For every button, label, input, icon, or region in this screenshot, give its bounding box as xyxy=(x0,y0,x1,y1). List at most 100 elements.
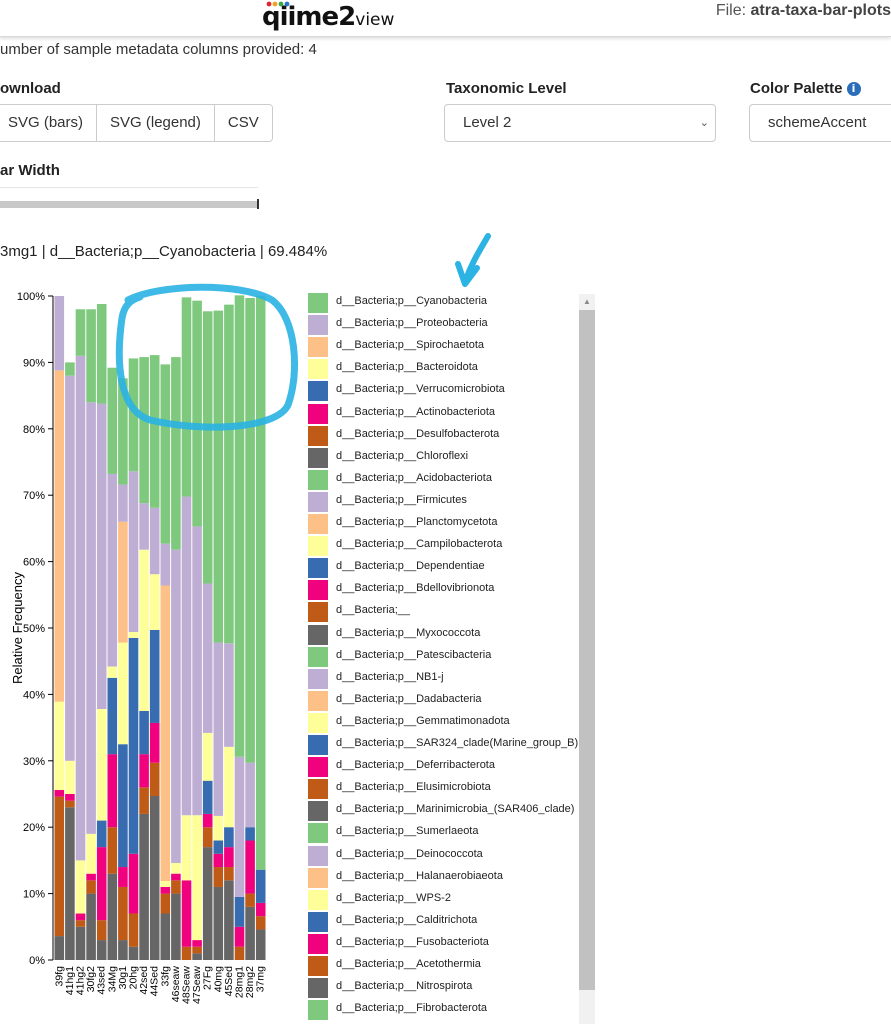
bar-segment[interactable] xyxy=(96,709,107,821)
bar-segment[interactable] xyxy=(224,847,234,868)
bar-segment[interactable] xyxy=(75,355,86,861)
bar-segment[interactable] xyxy=(107,827,118,874)
bar-segment[interactable] xyxy=(118,744,128,868)
bar-segment[interactable] xyxy=(213,642,224,816)
bar-segment[interactable] xyxy=(224,880,234,960)
bar-segment[interactable] xyxy=(54,796,65,937)
bar-segment[interactable] xyxy=(160,543,171,586)
bar-segment[interactable] xyxy=(75,920,86,927)
bar-segment[interactable] xyxy=(202,847,213,960)
bar-segment[interactable] xyxy=(118,886,128,941)
bar-segment[interactable] xyxy=(86,402,96,834)
bar-segment[interactable] xyxy=(96,920,107,941)
slider-handle[interactable] xyxy=(257,199,259,209)
bar-segment[interactable] xyxy=(149,795,160,960)
bar-segment[interactable] xyxy=(171,357,181,550)
bar-segment[interactable] xyxy=(181,946,192,960)
bar-segment[interactable] xyxy=(96,303,107,404)
bar-segment[interactable] xyxy=(139,357,149,504)
bar-segment[interactable] xyxy=(255,916,266,930)
bar-segment[interactable] xyxy=(245,893,255,907)
bar-segment[interactable] xyxy=(224,746,234,828)
bar-segment[interactable] xyxy=(149,355,160,508)
bar-segment[interactable] xyxy=(128,853,139,914)
bar-segment[interactable] xyxy=(224,827,234,848)
bar-segment[interactable] xyxy=(224,867,234,881)
bar-segment[interactable] xyxy=(202,311,213,584)
bar-segment[interactable] xyxy=(86,309,96,403)
bar-segment[interactable] xyxy=(96,847,107,921)
bar-segment[interactable] xyxy=(224,304,234,644)
color-palette-select[interactable]: schemeAccent xyxy=(749,104,891,142)
bar-segment[interactable] xyxy=(139,711,149,755)
bar-segment[interactable] xyxy=(54,936,65,960)
bar-segment[interactable] xyxy=(118,867,128,887)
bar-segment[interactable] xyxy=(118,484,128,522)
bar-segment[interactable] xyxy=(107,677,118,755)
bar-segment[interactable] xyxy=(96,820,107,848)
bar-segment[interactable] xyxy=(96,940,107,960)
legend-item[interactable]: d__Bacteria;p__Actinobacteriota xyxy=(305,403,580,425)
legend-item[interactable]: d__Bacteria;p__Proteobacteria xyxy=(305,314,580,336)
bar-segment[interactable] xyxy=(202,780,213,814)
bar-segment[interactable] xyxy=(86,833,96,874)
legend-item[interactable]: d__Bacteria;p__Acetothermia xyxy=(305,955,580,977)
legend-item[interactable]: d__Bacteria;p__Gemmatimonadota xyxy=(305,712,580,734)
bar-segment[interactable] xyxy=(86,873,96,881)
bar-segment[interactable] xyxy=(54,790,65,797)
bar-segment[interactable] xyxy=(192,815,202,941)
bar-segment[interactable] xyxy=(65,760,75,794)
legend-item[interactable]: d__Bacteria;p__Bacteroidota xyxy=(305,358,580,380)
bar-segment[interactable] xyxy=(86,880,96,894)
legend-item[interactable]: d__Bacteria;p__Sumerlaeota xyxy=(305,822,580,844)
taxonomic-level-select[interactable]: Level 2 ⌄ xyxy=(444,104,716,142)
bar-segment[interactable] xyxy=(149,762,160,796)
bar-segment[interactable] xyxy=(171,873,181,881)
bar-segment[interactable] xyxy=(192,953,202,960)
bar-segment[interactable] xyxy=(75,309,86,356)
bar-segment[interactable] xyxy=(128,637,139,854)
bar-segment[interactable] xyxy=(160,893,171,914)
bar-segment[interactable] xyxy=(234,295,245,757)
legend-item[interactable]: d__Bacteria;p__Marinimicrobia_(SAR406_cl… xyxy=(305,800,580,822)
legend-item[interactable]: d__Bacteria;p__Myxococcota xyxy=(305,624,580,646)
info-icon[interactable]: i xyxy=(846,82,861,96)
bar-segment[interactable] xyxy=(139,549,149,711)
bar-segment[interactable] xyxy=(139,813,149,960)
bar-segment[interactable] xyxy=(86,893,96,960)
bar-segment[interactable] xyxy=(107,873,118,960)
legend-item[interactable]: d__Bacteria;p__Campilobacterota xyxy=(305,535,580,557)
legend-item[interactable]: d__Bacteria;__ xyxy=(305,601,580,623)
legend-item[interactable]: d__Bacteria;p__Acidobacteriota xyxy=(305,469,580,491)
bar-segment[interactable] xyxy=(118,940,128,960)
legend-item[interactable]: d__Bacteria;p__Fibrobacterota xyxy=(305,999,580,1021)
bar-segment[interactable] xyxy=(107,473,118,667)
bar-segment[interactable] xyxy=(213,886,224,960)
bar-segment[interactable] xyxy=(234,946,245,960)
bar-segment[interactable] xyxy=(213,815,224,841)
bar-segment[interactable] xyxy=(202,827,213,848)
bar-segment[interactable] xyxy=(54,370,65,702)
legend-item[interactable]: d__Bacteria;p__Deferribacterota xyxy=(305,756,580,778)
bar-segment[interactable] xyxy=(75,926,86,960)
legend-item[interactable]: d__Bacteria;p__Nitrospirota xyxy=(305,977,580,999)
legend-item[interactable]: d__Bacteria;p__Bdellovibrionota xyxy=(305,579,580,601)
bar-segment[interactable] xyxy=(139,754,149,788)
legend-item[interactable]: d__Bacteria;p__Deinococcota xyxy=(305,845,580,867)
bar-segment[interactable] xyxy=(75,860,86,914)
bar-segment[interactable] xyxy=(107,754,118,828)
legend-item[interactable]: d__Bacteria;p__Halanaerobiaeota xyxy=(305,867,580,889)
bar-segment[interactable] xyxy=(171,893,181,960)
bar-segment[interactable] xyxy=(171,863,181,874)
bar-segment[interactable] xyxy=(160,364,171,544)
bar-segment[interactable] xyxy=(128,913,139,947)
download-svg-bars-button[interactable]: SVG (bars) xyxy=(0,105,98,141)
bar-segment[interactable] xyxy=(149,722,160,763)
legend-item[interactable]: d__Bacteria;p__WPS-2 xyxy=(305,889,580,911)
bar-segment[interactable] xyxy=(107,367,118,474)
download-svg-legend-button[interactable]: SVG (legend) xyxy=(97,105,215,141)
qiime2-view-logo[interactable]: qiime2view xyxy=(262,1,394,32)
bar-segment[interactable] xyxy=(128,358,139,472)
download-csv-button[interactable]: CSV xyxy=(214,105,272,141)
bar-segment[interactable] xyxy=(224,643,234,747)
